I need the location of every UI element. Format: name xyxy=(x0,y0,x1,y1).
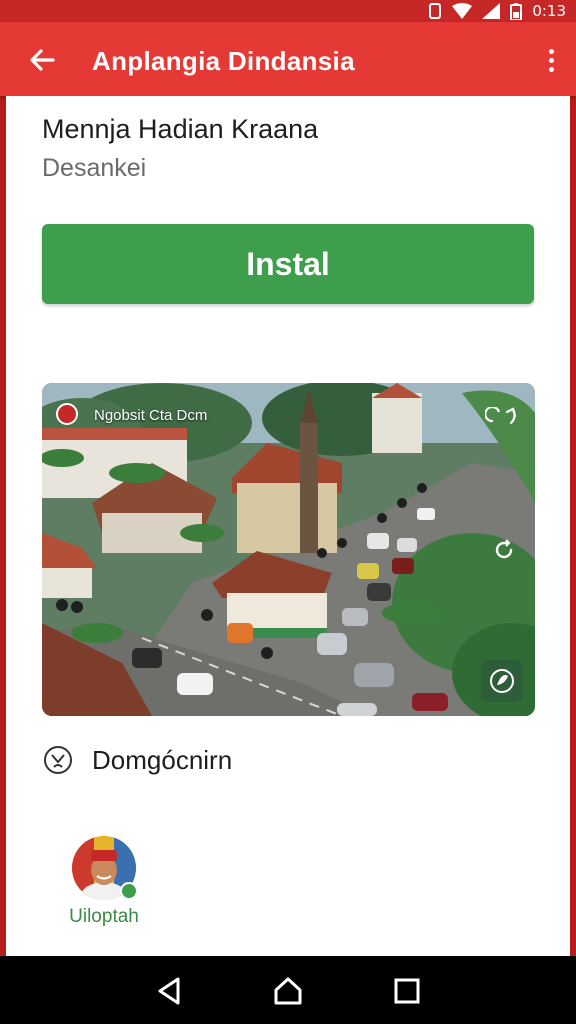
app-name: Mennja Hadian Kraana xyxy=(42,114,319,144)
status-time: 0:13 xyxy=(532,2,566,20)
logo-icon xyxy=(56,403,78,425)
badge-icon[interactable] xyxy=(481,660,523,702)
navigation-bar xyxy=(0,956,576,1024)
install-button[interactable]: Instal xyxy=(42,224,534,304)
refresh-icon[interactable] xyxy=(493,539,515,561)
share-icon[interactable] xyxy=(485,407,519,427)
more-vert-icon[interactable] xyxy=(544,44,558,76)
app-screenshot[interactable]: Ngobsit Cta Dcm xyxy=(42,383,535,716)
app-bar-title: Anplangia Dindansia xyxy=(92,46,355,76)
category-icon xyxy=(44,746,72,774)
uploader-name: Uiloptah xyxy=(69,906,139,927)
status-bar: 0:13 xyxy=(0,0,576,22)
status-icons: 0:13 xyxy=(428,2,566,20)
wifi-icon xyxy=(452,3,473,19)
arrow-back-icon xyxy=(30,49,55,71)
nav-recents-icon[interactable] xyxy=(390,974,424,1008)
notification-icon xyxy=(428,3,442,19)
developer-name[interactable]: Desankei xyxy=(42,154,146,183)
screenshot-image xyxy=(42,383,535,716)
screenshot-caption: Ngobsit Cta Dcm xyxy=(94,407,208,424)
uploader-profile[interactable]: Uiloptah xyxy=(54,836,154,928)
nav-home-icon[interactable] xyxy=(271,974,305,1008)
app-details-panel: Mennja Hadian Kraana Desankei Instal Ngo… xyxy=(6,96,570,956)
online-status-dot xyxy=(120,882,138,900)
category-row[interactable]: Domgócnirn xyxy=(42,740,232,780)
category-label: Domgócnirn xyxy=(92,744,233,775)
signal-icon xyxy=(482,3,501,19)
app-bar: Anplangia Dindansia xyxy=(0,22,576,96)
back-button[interactable] xyxy=(24,44,60,76)
avatar xyxy=(72,836,138,900)
nav-back-icon[interactable] xyxy=(152,974,186,1008)
battery-icon xyxy=(510,2,523,20)
